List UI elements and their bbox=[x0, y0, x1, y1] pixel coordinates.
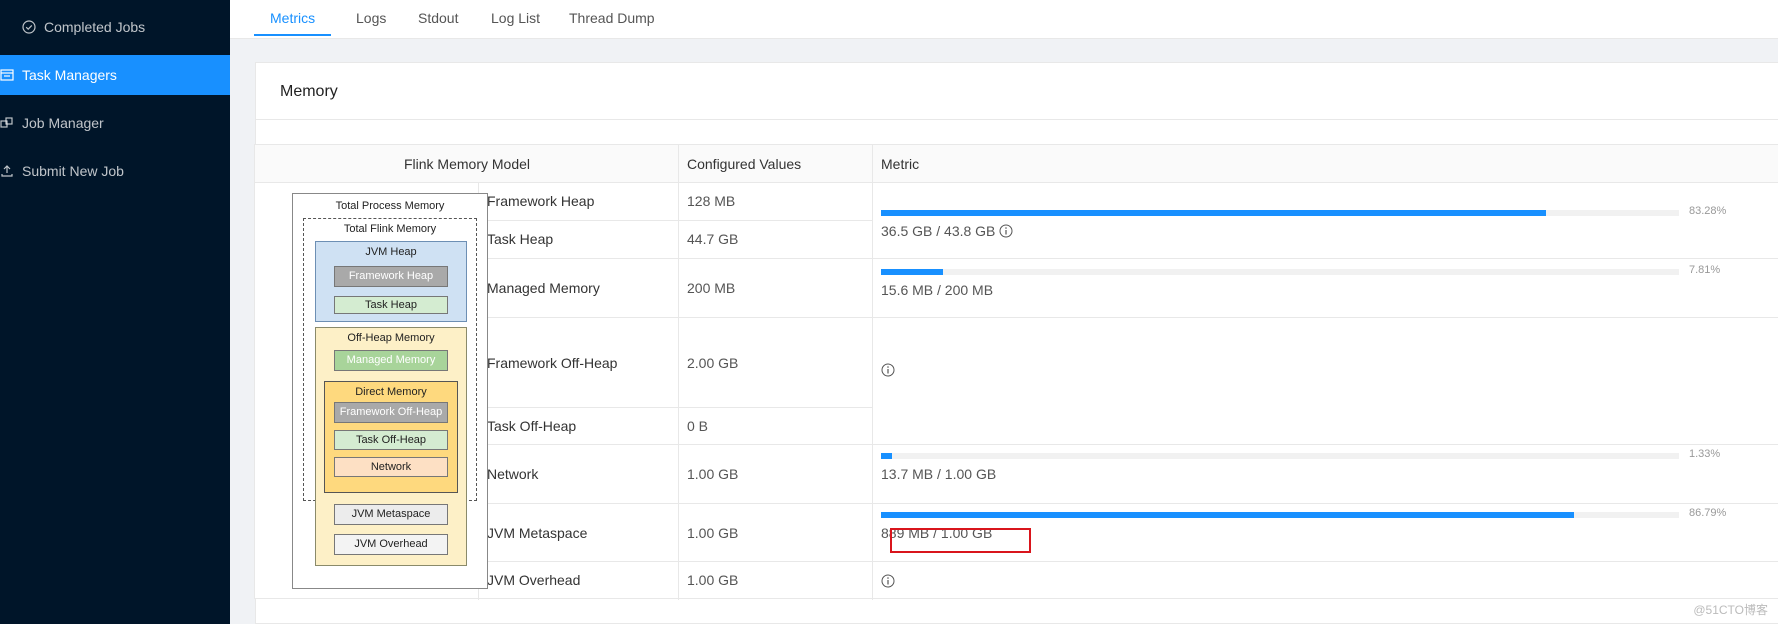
header-configured-values: Configured Values bbox=[679, 145, 873, 183]
progress-fill bbox=[881, 269, 944, 275]
highlight-box bbox=[890, 528, 1031, 553]
box-jvm-heap: JVM Heap Framework Heap Task Heap bbox=[315, 241, 467, 322]
tab-log-list[interactable]: Log List bbox=[475, 0, 556, 36]
box-task-heap: Task Heap bbox=[334, 296, 448, 314]
row-value: 1.00 GB bbox=[687, 572, 739, 588]
progress-percent: 7.81% bbox=[1689, 264, 1721, 276]
info-icon[interactable] bbox=[881, 574, 895, 588]
box-network: Network bbox=[334, 457, 448, 477]
row-name-managed-memory: Managed Memory bbox=[487, 280, 600, 296]
box-jvm-metaspace: JVM Metaspace bbox=[334, 504, 448, 525]
metric-off-heap bbox=[881, 363, 1761, 382]
metric-usage-text: 36.5 GB / 43.8 GB bbox=[881, 223, 996, 239]
sidebar-item-completed-jobs[interactable]: Completed Jobs bbox=[0, 7, 230, 47]
metric-usage-text: 15.6 MB / 200 MB bbox=[881, 282, 994, 298]
progress-fill bbox=[881, 210, 1546, 216]
progress-track bbox=[881, 269, 1679, 275]
box-managed-memory: Managed Memory bbox=[334, 350, 448, 371]
row-divider bbox=[479, 444, 1778, 445]
row-name-task-heap: Task Heap bbox=[487, 231, 554, 247]
sidebar-item-label: Job Manager bbox=[22, 115, 104, 131]
row-divider bbox=[479, 317, 1778, 318]
header-metric: Metric bbox=[873, 145, 1778, 183]
metric-usage: 36.5 GB / 43.8 GB bbox=[881, 223, 1013, 239]
card-title: Memory bbox=[256, 63, 1778, 120]
row-value: 2.00 GB bbox=[687, 355, 739, 371]
tab-stdout[interactable]: Stdout bbox=[402, 0, 474, 36]
row-value: 128 MB bbox=[687, 193, 736, 209]
row-divider bbox=[479, 407, 873, 408]
sidebar-item-task-managers[interactable]: Task Managers bbox=[0, 55, 230, 95]
label-off-heap-memory: Off-Heap Memory bbox=[347, 332, 435, 344]
row-name-network: Network bbox=[487, 466, 539, 482]
task-managers-icon bbox=[0, 68, 14, 82]
row-value: 0 B bbox=[687, 418, 709, 434]
metric-jvm-overhead bbox=[881, 574, 1761, 593]
box-framework-heap: Framework Heap bbox=[334, 266, 448, 287]
row-divider bbox=[479, 561, 1778, 562]
sidebar: Completed Jobs Task Managers Job Manager… bbox=[0, 0, 230, 624]
row-name-framework-heap: Framework Heap bbox=[487, 193, 595, 209]
header-memory-model: Flink Memory Model bbox=[255, 145, 679, 183]
progress-fill bbox=[881, 512, 1574, 518]
divider bbox=[872, 145, 873, 600]
tab-thread-dump[interactable]: Thread Dump bbox=[553, 0, 671, 36]
tab-bar: Metrics Logs Stdout Log List Thread Dump bbox=[230, 0, 1778, 39]
row-name-task-off-heap: Task Off-Heap bbox=[487, 418, 577, 434]
sidebar-item-submit-new-job[interactable]: Submit New Job bbox=[0, 151, 230, 191]
sidebar-item-job-manager[interactable]: Job Manager bbox=[0, 103, 230, 143]
check-circle-icon bbox=[22, 20, 36, 34]
row-value: 1.00 GB bbox=[687, 466, 739, 482]
row-divider bbox=[479, 503, 1778, 504]
progress-track bbox=[881, 210, 1679, 216]
progress-percent: 83.28% bbox=[1689, 205, 1727, 217]
progress-percent: 1.33% bbox=[1689, 448, 1721, 460]
divider bbox=[678, 145, 679, 600]
row-value: 1.00 GB bbox=[687, 525, 739, 541]
memory-model-diagram: Total Process Memory Total Flink Memory … bbox=[292, 193, 488, 589]
row-name-jvm-metaspace: JVM Metaspace bbox=[487, 525, 588, 541]
info-icon[interactable] bbox=[999, 224, 1013, 238]
tab-logs[interactable]: Logs bbox=[340, 0, 402, 36]
row-divider bbox=[479, 258, 1778, 259]
job-manager-icon bbox=[0, 116, 14, 130]
sidebar-item-label: Submit New Job bbox=[22, 163, 124, 179]
row-value: 200 MB bbox=[687, 280, 736, 296]
upload-icon bbox=[0, 164, 14, 178]
row-value: 44.7 GB bbox=[687, 231, 739, 247]
progress-track bbox=[881, 453, 1679, 459]
row-name-framework-off-heap: Framework Off-Heap bbox=[487, 355, 618, 371]
row-divider bbox=[479, 220, 873, 221]
box-task-off-heap: Task Off-Heap bbox=[334, 430, 448, 450]
tab-metrics[interactable]: Metrics bbox=[254, 0, 332, 36]
row-name-jvm-overhead: JVM Overhead bbox=[487, 572, 581, 588]
metric-usage-text: 13.7 MB / 1.00 GB bbox=[881, 466, 997, 482]
progress-track bbox=[881, 512, 1679, 518]
label-jvm-heap: JVM Heap bbox=[365, 246, 417, 258]
watermark: @51CTO博客 bbox=[1693, 603, 1768, 617]
sidebar-item-label: Task Managers bbox=[22, 67, 117, 83]
label-total-flink-memory: Total Flink Memory bbox=[343, 223, 437, 235]
info-icon[interactable] bbox=[881, 363, 895, 377]
label-total-process-memory: Total Process Memory bbox=[335, 200, 445, 212]
box-jvm-overhead: JVM Overhead bbox=[334, 534, 448, 555]
label-direct-memory: Direct Memory bbox=[355, 386, 427, 398]
sidebar-item-label: Completed Jobs bbox=[44, 19, 146, 35]
box-direct-memory: Direct Memory Framework Off-Heap Task Of… bbox=[324, 381, 458, 493]
progress-fill bbox=[881, 453, 892, 459]
box-off-heap-memory: Off-Heap Memory Managed Memory Direct Me… bbox=[315, 327, 467, 566]
box-framework-off-heap: Framework Off-Heap bbox=[334, 402, 448, 423]
progress-percent: 86.79% bbox=[1689, 507, 1727, 519]
